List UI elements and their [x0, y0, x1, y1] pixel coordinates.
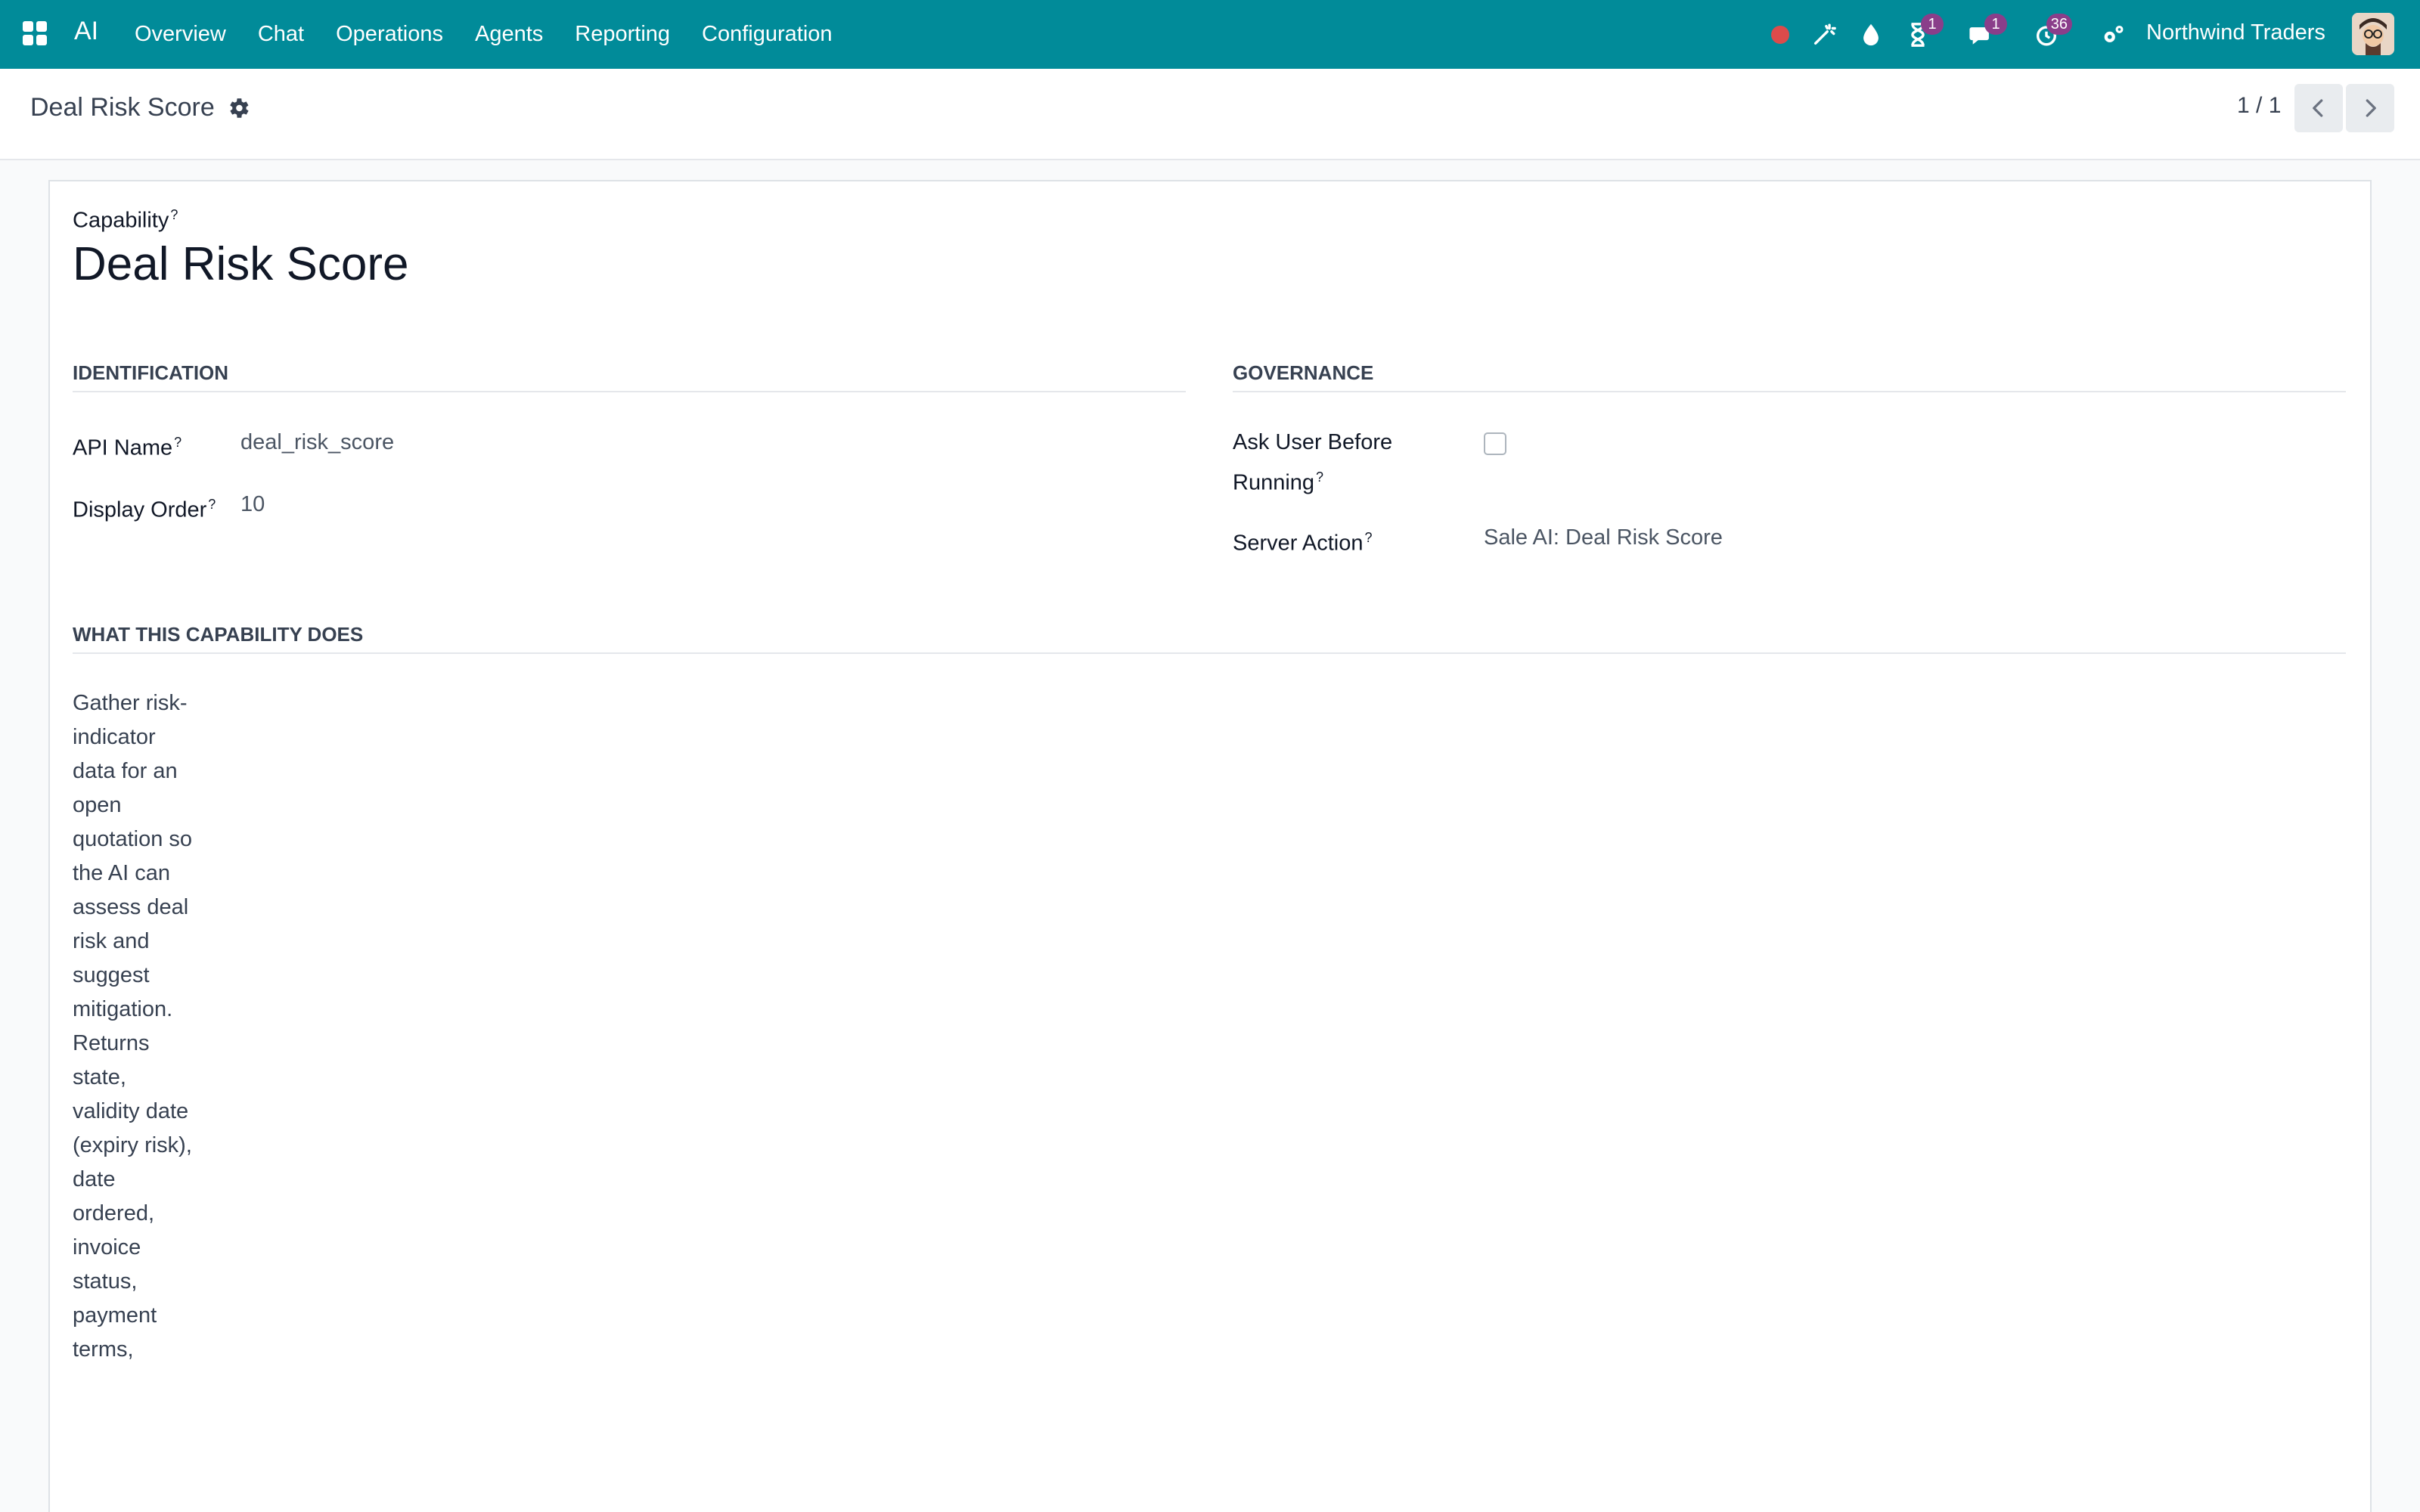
magic-wand-icon[interactable] [1806, 17, 1842, 53]
record-icon[interactable] [1762, 17, 1798, 53]
pager-value[interactable]: 1 / 1 [2237, 93, 2281, 119]
messages-icon[interactable]: 1 [1963, 14, 2007, 53]
help-tooltip-icon[interactable]: ? [174, 435, 182, 450]
menu-configuration[interactable]: Configuration [702, 22, 833, 47]
pager-next-button[interactable] [2346, 84, 2394, 132]
help-tooltip-icon[interactable]: ? [170, 207, 178, 222]
user-avatar[interactable] [2352, 13, 2394, 55]
timer-badge: 36 [2046, 14, 2072, 35]
help-tooltip-icon[interactable]: ? [1316, 469, 1323, 485]
ask-user-label: Ask User Before Running? [1233, 430, 1393, 495]
chevron-right-icon [2366, 99, 2376, 117]
menu-agents[interactable]: Agents [475, 22, 543, 47]
help-tooltip-icon[interactable]: ? [208, 497, 216, 512]
top-navbar: AI Overview Chat Operations Agents Repor… [0, 0, 2420, 69]
api-name-value[interactable]: deal_risk_score [240, 425, 394, 460]
activity-hourglass-icon[interactable]: 1 [1900, 14, 1944, 53]
company-switcher[interactable]: Northwind Traders [2146, 20, 2325, 45]
menu-overview[interactable]: Overview [135, 22, 226, 47]
activity-badge: 1 [1921, 14, 1944, 35]
breadcrumb-title: Deal Risk Score [30, 93, 215, 122]
section-governance: Governance [1233, 361, 2346, 392]
timer-clock-icon[interactable]: 36 [2028, 14, 2072, 53]
menu-reporting[interactable]: Reporting [575, 22, 670, 47]
section-identification: Identification [73, 361, 1186, 392]
gear-icon[interactable] [225, 95, 251, 121]
control-panel: Deal Risk Score 1 / 1 [0, 69, 2420, 160]
settings-gears-icon[interactable] [2095, 17, 2131, 53]
ask-user-checkbox[interactable] [1484, 432, 1506, 455]
droplet-icon[interactable] [1853, 17, 1889, 53]
messages-badge: 1 [1984, 14, 2007, 35]
server-action-label: Server Action? [1233, 530, 1373, 556]
help-tooltip-icon[interactable]: ? [1364, 530, 1372, 545]
description-text[interactable]: Gather risk-indicator data for an open q… [73, 686, 194, 1367]
api-name-label: API Name? [73, 435, 182, 460]
record-name[interactable]: Deal Risk Score [73, 237, 408, 291]
display-order-label: Display Order? [73, 497, 216, 522]
display-order-value[interactable]: 10 [240, 487, 265, 522]
section-description: What This Capability Does [73, 623, 2346, 654]
capability-label: Capability? [73, 207, 178, 233]
chevron-left-icon [2313, 99, 2323, 117]
menu-chat[interactable]: Chat [258, 22, 304, 47]
main-menu: Overview Chat Operations Agents Reportin… [135, 0, 864, 69]
pager-previous-button[interactable] [2294, 84, 2343, 132]
app-name[interactable]: AI [74, 17, 98, 46]
server-action-value[interactable]: Sale AI: Deal Risk Score [1484, 520, 1723, 555]
menu-operations[interactable]: Operations [336, 22, 443, 47]
app-switcher-icon[interactable] [23, 21, 47, 45]
